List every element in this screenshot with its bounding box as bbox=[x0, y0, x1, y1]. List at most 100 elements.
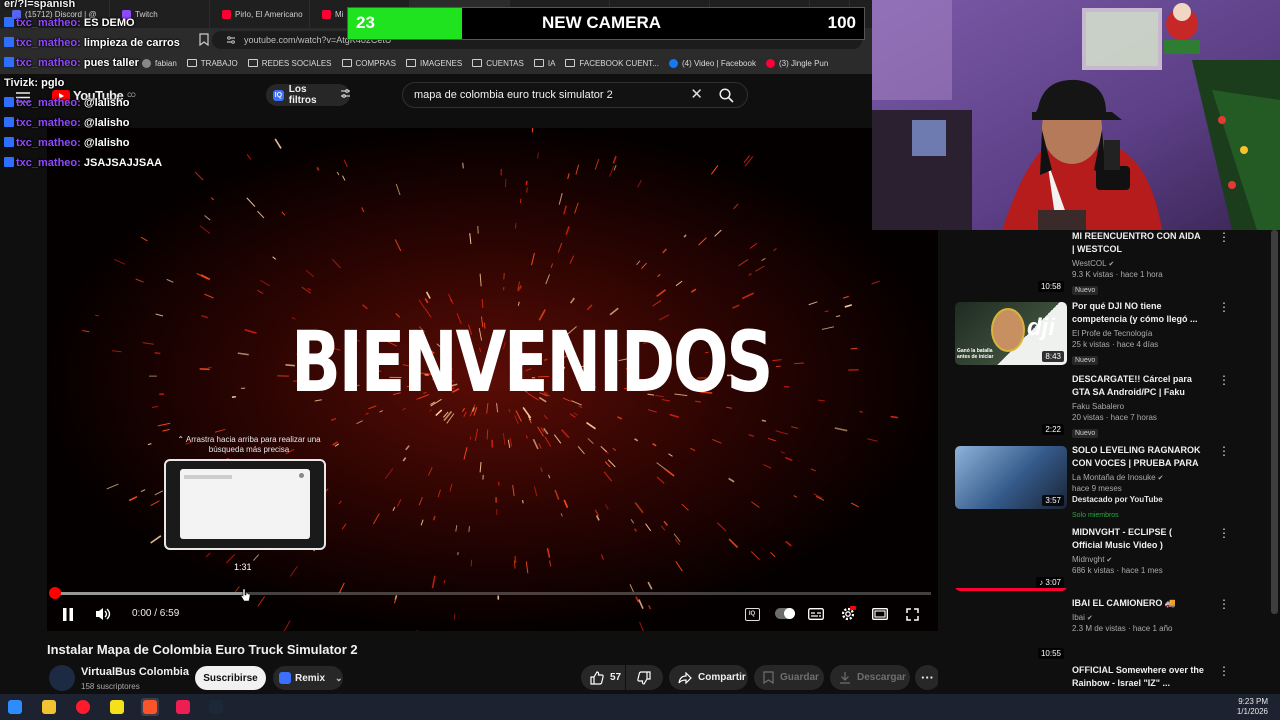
like-button[interactable]: 57 bbox=[581, 665, 625, 690]
chat-text: @lalisho bbox=[83, 137, 130, 149]
channel-name-text: El Profe de Tecnología bbox=[1072, 329, 1153, 338]
progress-bar[interactable] bbox=[49, 587, 931, 599]
clock-time: 9:23 PM bbox=[1238, 697, 1268, 706]
video-thumbnail[interactable]: 2:22 bbox=[955, 375, 1067, 438]
thumbs-down-icon bbox=[637, 670, 651, 685]
more-vertical-icon[interactable]: ⋮ bbox=[1218, 598, 1230, 613]
video-thumbnail[interactable]: 10:55 bbox=[955, 599, 1067, 662]
more-vertical-icon[interactable]: ⋮ bbox=[1218, 301, 1230, 316]
video-thumbnail[interactable]: 10:58 bbox=[955, 232, 1067, 295]
more-actions-button[interactable]: ··· bbox=[915, 665, 940, 690]
chat-badge-icon bbox=[4, 117, 14, 127]
video-duration: ♪ 3:07 bbox=[1036, 577, 1064, 588]
channel-name[interactable]: La Montaña de Inosuke ✔ bbox=[1072, 473, 1204, 482]
recommended-video[interactable]: ♪ 3:07 MIDNVGHT - ECLIPSE ( Official Musi… bbox=[955, 526, 1275, 594]
bookmark-item[interactable]: (4) Video | Facebook bbox=[668, 58, 756, 68]
bookmark-item[interactable]: CUENTAS bbox=[472, 59, 524, 68]
channel-name-text: La Montaña de Inosuke bbox=[1072, 473, 1156, 482]
bookmark-label: IMAGENES bbox=[419, 58, 463, 68]
more-vertical-icon[interactable]: ⋮ bbox=[1218, 527, 1230, 542]
more-vertical-icon[interactable]: ⋮ bbox=[1218, 445, 1230, 460]
recommended-video[interactable]: 2:22 DESCARGATE!! Cárcel para GTA SA Andr… bbox=[955, 373, 1275, 441]
video-stats: 20 vistas · hace 7 horas bbox=[1072, 413, 1157, 422]
channel-name[interactable]: Faku Sabalero bbox=[1072, 402, 1204, 411]
video-frame-title: BIENVENIDOS bbox=[291, 313, 773, 411]
steam-taskbar-button[interactable] bbox=[207, 698, 225, 716]
settings-button[interactable] bbox=[836, 603, 860, 625]
share-button[interactable]: Compartir bbox=[669, 665, 748, 690]
recommended-video[interactable]: 10:55 IBAI EL CAMIONERO 🚚 Ibai ✔ 2.3 M de v… bbox=[955, 597, 1275, 665]
channel-name[interactable]: VirtualBus Colombia bbox=[81, 666, 189, 678]
pause-button[interactable] bbox=[56, 603, 80, 625]
bookmark-item[interactable]: IMAGENES bbox=[405, 58, 463, 68]
channel-avatar[interactable] bbox=[49, 665, 75, 691]
tiktok-taskbar-button[interactable] bbox=[174, 698, 192, 716]
video-thumbnail[interactable]: 3:57 bbox=[955, 446, 1067, 509]
theater-mode-button[interactable] bbox=[868, 603, 892, 625]
search-button[interactable] bbox=[705, 83, 747, 107]
channel-name[interactable]: El Profe de Tecnología bbox=[1072, 329, 1204, 338]
subscribe-button[interactable]: Suscribirse bbox=[195, 666, 266, 690]
sliders-icon bbox=[341, 89, 350, 101]
more-vertical-icon[interactable]: ⋮ bbox=[1218, 231, 1230, 246]
thumbnail-caption: Ganó la batalla antes de iniciar bbox=[957, 348, 994, 360]
channel-name[interactable]: WestCOL ✔ bbox=[1072, 259, 1204, 268]
fullscreen-button[interactable] bbox=[900, 603, 924, 625]
bookmark-item[interactable]: FACEBOOK CUENT... bbox=[565, 59, 659, 68]
video-title[interactable]: IBAI EL CAMIONERO 🚚 bbox=[1072, 597, 1204, 610]
channel-name[interactable]: Midnvght ✔ bbox=[1072, 555, 1204, 564]
search-input[interactable]: mapa de colombia euro truck simulator 2 … bbox=[402, 82, 748, 108]
video-player[interactable]: BIENVENIDOS ⌃ Arrastra hacia arriba para… bbox=[47, 128, 938, 631]
chat-username: txc_matheo: bbox=[16, 57, 81, 69]
bookmark-item[interactable]: COMPRAS bbox=[341, 59, 396, 68]
more-vertical-icon[interactable]: ⋮ bbox=[1218, 374, 1230, 389]
subtitles-button[interactable] bbox=[804, 603, 828, 625]
scrubber-handle[interactable] bbox=[49, 587, 61, 599]
remix-button[interactable]: Remix ⌄ bbox=[273, 666, 343, 690]
video-thumbnail[interactable]: dji Ganó la batalla antes de iniciar 8:43 bbox=[955, 302, 1067, 365]
video-thumbnail[interactable] bbox=[955, 666, 1067, 692]
tiktok-icon bbox=[176, 700, 190, 714]
system-tray[interactable]: 9:23 PM 1/1/2026 bbox=[1237, 697, 1268, 717]
video-meta: IBAI EL CAMIONERO 🚚 Ibai ✔ 2.3 M de vistas… bbox=[1072, 597, 1204, 633]
file-explorer-taskbar-button[interactable] bbox=[40, 698, 58, 716]
video-title[interactable]: OFFICIAL Somewhere over the Rainbow - Is… bbox=[1072, 664, 1204, 690]
video-title[interactable]: MI REENCUENTRO CON AIDA | WESTCOL bbox=[1072, 230, 1204, 256]
brave-taskbar-button[interactable] bbox=[141, 698, 159, 716]
bookmark-item[interactable]: REDES SOCIALES bbox=[247, 59, 332, 68]
filters-button[interactable]: IQ Los filtros bbox=[266, 84, 350, 106]
chat-message: txc_matheo: @lalisho bbox=[4, 97, 129, 109]
download-button[interactable]: Descargar bbox=[830, 665, 910, 690]
sticky-taskbar-button[interactable] bbox=[108, 698, 126, 716]
verified-icon: ✔ bbox=[1084, 615, 1093, 622]
save-label: Guardar bbox=[780, 672, 819, 683]
video-title[interactable]: MIDNVGHT - ECLIPSE ( Official Music Vide… bbox=[1072, 526, 1204, 552]
opera-taskbar-button[interactable] bbox=[74, 698, 92, 716]
channel-name[interactable]: Ibai ✔ bbox=[1072, 613, 1204, 622]
chat-username: txc_matheo: bbox=[16, 117, 81, 129]
autoplay-toggle[interactable] bbox=[775, 608, 795, 619]
more-vertical-icon[interactable]: ⋮ bbox=[1218, 665, 1230, 680]
folder-icon bbox=[472, 59, 483, 67]
video-title[interactable]: SOLO LEVELING RAGNAROK CON VOCES | PRUEB… bbox=[1072, 444, 1204, 470]
video-title[interactable]: Por qué DJI NO tiene competencia (y cómo… bbox=[1072, 300, 1204, 326]
dislike-button[interactable] bbox=[626, 665, 663, 690]
recommended-video[interactable]: 3:57 SOLO LEVELING RAGNAROK CON VOCES | P… bbox=[955, 444, 1275, 519]
time-display: 0:00 / 6:59 bbox=[132, 608, 180, 619]
video-meta: SOLO LEVELING RAGNAROK CON VOCES | PRUEB… bbox=[1072, 444, 1204, 522]
clear-search-icon[interactable]: ✕ bbox=[690, 87, 703, 103]
video-meta: OFFICIAL Somewhere over the Rainbow - Is… bbox=[1072, 664, 1204, 690]
start-taskbar-button[interactable] bbox=[6, 698, 24, 716]
video-thumbnail[interactable]: ♪ 3:07 bbox=[955, 528, 1067, 591]
video-duration: 10:55 bbox=[1037, 648, 1064, 659]
recommended-video[interactable]: OFFICIAL Somewhere over the Rainbow - Is… bbox=[955, 664, 1275, 692]
recommended-video[interactable]: dji Ganó la batalla antes de iniciar 8:43 P… bbox=[955, 300, 1275, 368]
mute-button[interactable] bbox=[91, 603, 115, 625]
video-title[interactable]: DESCARGATE!! Cárcel para GTA SA Android/… bbox=[1072, 373, 1204, 399]
sidebar-scrollbar[interactable] bbox=[1271, 230, 1278, 614]
recommended-video[interactable]: 10:58 MI REENCUENTRO CON AIDA | WESTCOL We… bbox=[955, 230, 1275, 298]
bookmark-item[interactable]: (3) Jingle Pun bbox=[765, 58, 828, 68]
bookmark-item[interactable]: IA bbox=[533, 59, 555, 68]
iq-extension-button[interactable]: IQ bbox=[740, 603, 764, 625]
save-button[interactable]: Guardar bbox=[754, 665, 824, 690]
